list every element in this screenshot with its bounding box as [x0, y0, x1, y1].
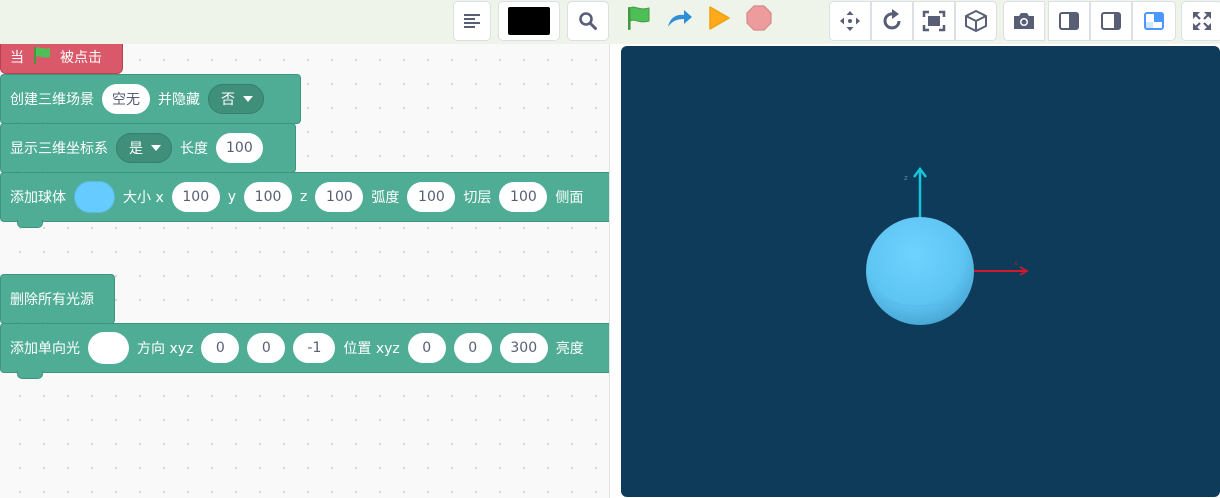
block-label: 侧面 [555, 190, 584, 206]
block-label: 亮度 [555, 341, 584, 357]
rotate-icon [880, 9, 904, 33]
search-button[interactable] [567, 1, 609, 41]
fit-screen-button[interactable] [913, 1, 955, 41]
block-label: 并隐藏 [158, 92, 200, 108]
size-x-input[interactable]: 100 [171, 182, 220, 212]
block-label: 创建三维场景 [10, 92, 94, 108]
position-x-input[interactable]: 0 [407, 333, 446, 363]
scene-render: z x [866, 166, 1029, 325]
camera-button[interactable] [1003, 1, 1045, 41]
block-label: 切层 [463, 190, 492, 206]
add-sphere-block[interactable]: 添加球体 大小 x 100 y 100 z 100 弧度 100 切层 100 … [0, 172, 609, 228]
move-icon [839, 10, 861, 32]
show-3d-axes-block[interactable]: 显示三维坐标系 是 长度 100 [0, 123, 296, 179]
block-label: 弧度 [371, 190, 400, 206]
direction-x-input[interactable]: 0 [201, 333, 240, 363]
horizontal-axis-label: x [1014, 260, 1018, 267]
scene-name-input[interactable]: 空无 [102, 84, 150, 114]
green-flag-icon[interactable] [625, 4, 653, 36]
block-label: 方向 xyz [137, 341, 194, 357]
code-workspace[interactable]: 当 被点击 创建三维场景 空无 并隐藏 否 显示三维坐标系 是 长度 100 添… [0, 44, 610, 498]
layers-input[interactable]: 100 [499, 182, 548, 212]
vertical-axis-label: z [904, 174, 908, 182]
cube-3d-button[interactable] [955, 1, 997, 41]
light-color-swatch[interactable] [88, 332, 129, 364]
block-label: y [227, 189, 237, 205]
code-view-button[interactable] [453, 1, 491, 41]
block-label: 长度 [180, 141, 208, 157]
color-picker-button[interactable] [498, 1, 560, 41]
size-y-input[interactable]: 100 [244, 182, 293, 212]
layout-small-stage-icon [1143, 11, 1165, 31]
cube-3d-icon [964, 9, 988, 33]
block-label: 删除所有光源 [10, 292, 94, 308]
direction-y-input[interactable]: 0 [247, 333, 286, 363]
when-flag-clicked-block[interactable]: 当 被点击 [0, 44, 123, 74]
dropdown-value: 否 [221, 92, 235, 108]
position-z-input[interactable]: 300 [499, 333, 548, 363]
redo-arrow-icon[interactable] [665, 5, 693, 35]
arc-input[interactable]: 100 [407, 182, 456, 212]
layout-left-icon [1058, 11, 1080, 31]
position-y-input[interactable]: 0 [453, 333, 492, 363]
run-play-icon[interactable] [707, 5, 731, 35]
hat-label-after: 被点击 [60, 50, 102, 66]
code-view-icon [462, 12, 482, 30]
chevron-down-icon [243, 96, 253, 102]
layout-right-icon [1100, 11, 1122, 31]
block-label: 位置 xyz [343, 341, 400, 357]
block-label: 显示三维坐标系 [10, 141, 108, 157]
top-toolbar [0, 0, 1220, 44]
hide-dropdown[interactable]: 否 [208, 84, 264, 114]
size-z-input[interactable]: 100 [315, 182, 364, 212]
block-label: 添加球体 [10, 190, 66, 206]
show-axes-dropdown[interactable]: 是 [116, 133, 172, 163]
block-label: z [300, 189, 308, 205]
axes-length-input[interactable]: 100 [216, 133, 263, 163]
fit-screen-icon [922, 10, 946, 32]
stop-icon[interactable] [745, 4, 773, 36]
chevron-down-icon [151, 145, 161, 151]
move-button[interactable] [829, 1, 871, 41]
camera-icon [1012, 11, 1036, 31]
fullscreen-button[interactable] [1181, 1, 1220, 41]
delete-all-lights-block[interactable]: 删除所有光源 [0, 274, 115, 330]
layout-right-button[interactable] [1090, 1, 1132, 41]
block-label: 大小 x [123, 190, 164, 206]
hat-label-before: 当 [10, 50, 24, 66]
add-directional-light-block[interactable]: 添加单向光 方向 xyz 0 0 -1 位置 xyz 0 0 300 亮度 [0, 323, 609, 379]
create-3d-scene-block[interactable]: 创建三维场景 空无 并隐藏 否 [0, 74, 301, 130]
search-icon [578, 11, 598, 31]
layout-small-stage-button[interactable] [1132, 1, 1176, 41]
sphere-mesh [866, 217, 974, 325]
layout-left-button[interactable] [1048, 1, 1090, 41]
stage-canvas[interactable]: z x [621, 46, 1220, 497]
color-picker-swatch [508, 7, 550, 35]
dropdown-value: 是 [129, 141, 143, 157]
rotate-button[interactable] [871, 1, 913, 41]
green-flag-icon [32, 45, 52, 69]
fullscreen-icon [1191, 10, 1213, 32]
sphere-color-swatch[interactable] [74, 181, 115, 213]
block-label: 添加单向光 [10, 341, 80, 357]
direction-z-input[interactable]: -1 [293, 333, 336, 363]
